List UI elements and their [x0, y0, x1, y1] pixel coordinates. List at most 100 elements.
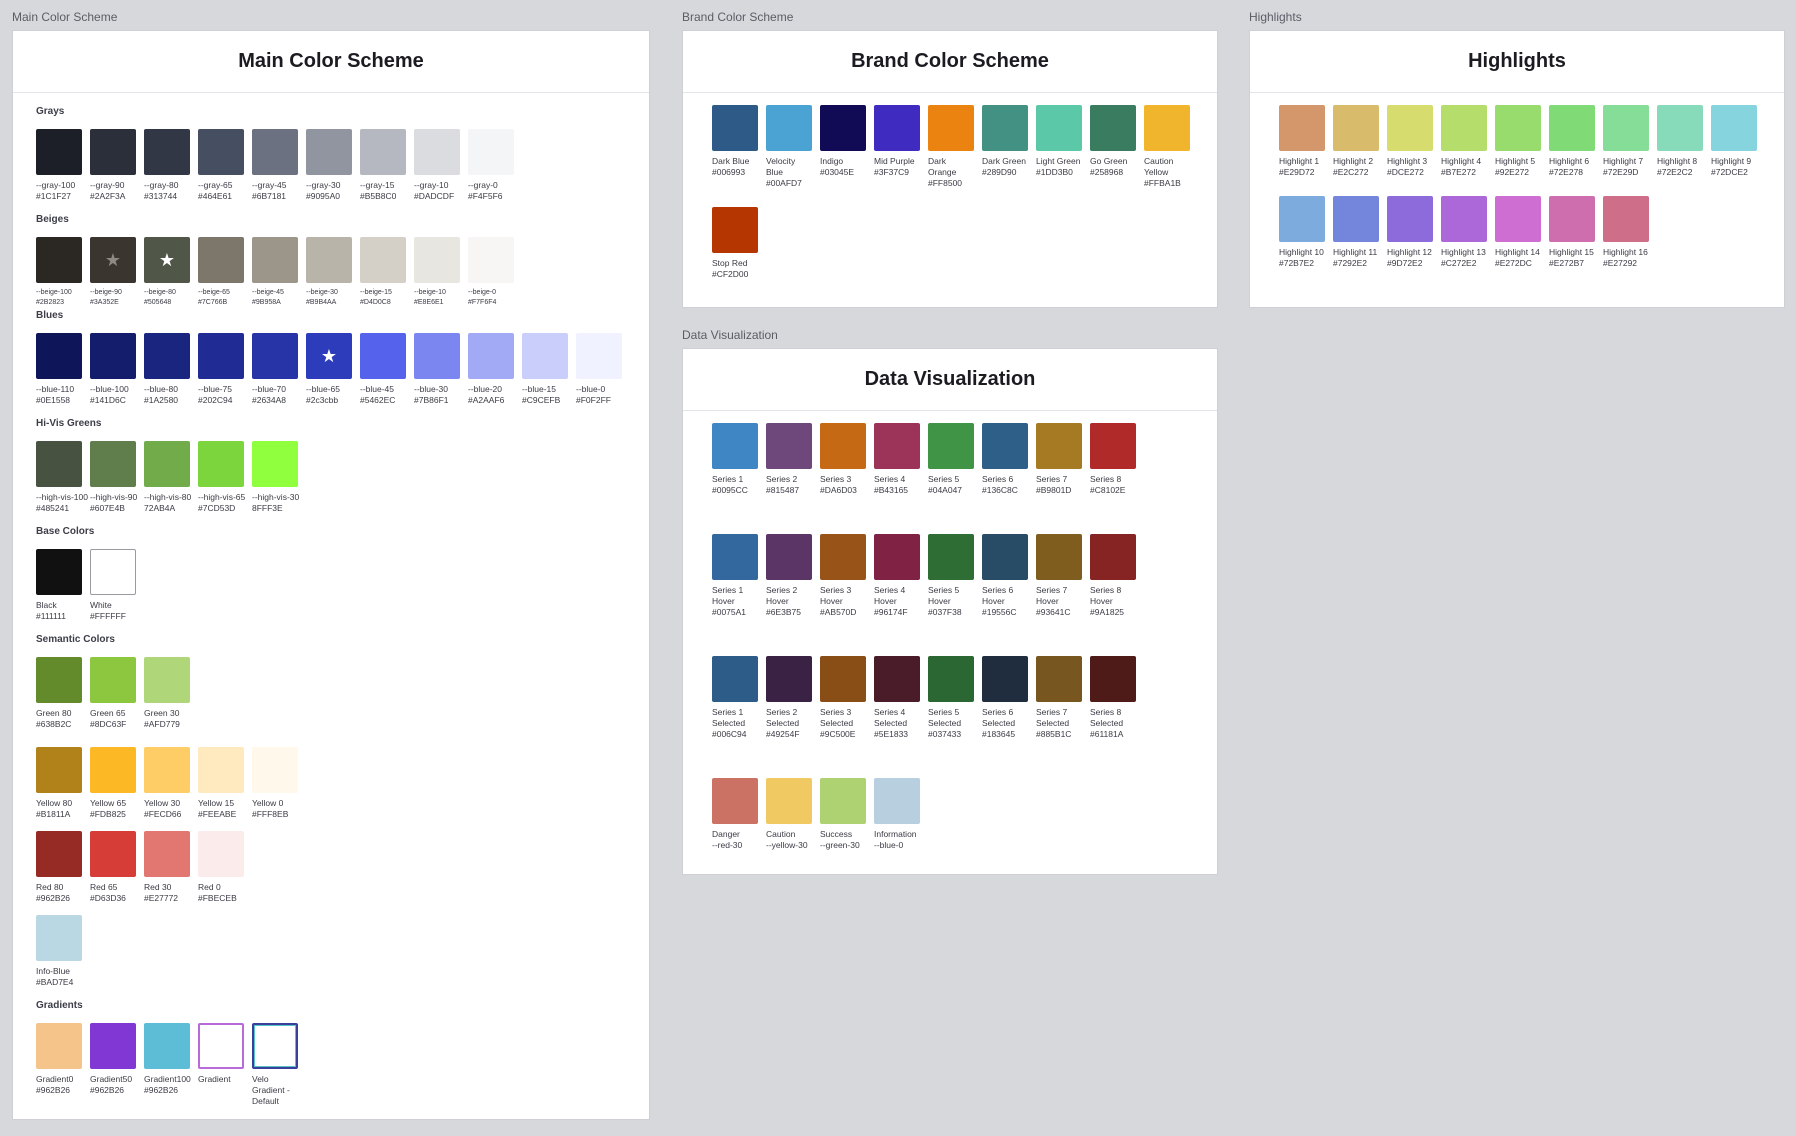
color-swatch[interactable]: Highlight 8 #72E2C2 [1657, 105, 1711, 178]
color-swatch[interactable]: Light Green #1DD3B0 [1036, 105, 1090, 189]
color-swatch[interactable]: Red 80 #962B26 [36, 831, 90, 904]
color-swatch[interactable]: Highlight 13 #C272E2 [1441, 196, 1495, 269]
color-swatch[interactable]: Information --blue-0 [874, 778, 928, 851]
color-swatch[interactable]: --blue-110 #0E1558 [36, 333, 90, 406]
color-swatch[interactable]: Series 7 #B9801D [1036, 423, 1090, 496]
color-swatch[interactable]: Red 30 #E27772 [144, 831, 198, 904]
color-swatch[interactable]: Series 6 Hover #19556C [982, 534, 1036, 618]
color-swatch[interactable]: Series 5 Selected #037433 [928, 656, 982, 740]
color-swatch[interactable]: Series 1 #0095CC [712, 423, 766, 496]
frame-label-highlights[interactable]: Highlights [1249, 10, 1302, 24]
color-swatch[interactable]: Yellow 65 #FDB825 [90, 747, 144, 820]
color-swatch[interactable]: Gradient [198, 1023, 252, 1107]
color-swatch[interactable]: Series 8 Hover #9A1825 [1090, 534, 1144, 618]
color-swatch[interactable]: Yellow 80 #B1811A [36, 747, 90, 820]
color-swatch[interactable]: Series 3 Hover #AB570D [820, 534, 874, 618]
color-swatch[interactable]: --blue-45 #5462EC [360, 333, 414, 406]
color-swatch[interactable]: Series 8 Selected #61181A [1090, 656, 1144, 740]
color-swatch[interactable]: --blue-70 #2634A8 [252, 333, 306, 406]
color-swatch[interactable]: Green 80 #638B2C [36, 657, 90, 730]
color-swatch[interactable]: Mid Purple #3F37C9 [874, 105, 928, 189]
color-swatch[interactable]: Highlight 14 #E272DC [1495, 196, 1549, 269]
color-swatch[interactable]: --high-vis-30 8FFF3E [252, 441, 306, 514]
color-swatch[interactable]: Yellow 30 #FECD66 [144, 747, 198, 820]
color-swatch[interactable]: --beige-10 #E8E6E1 [414, 237, 468, 308]
color-swatch[interactable]: --beige-15 #D4D0C8 [360, 237, 414, 308]
color-swatch[interactable]: --high-vis-65 #7CD53D [198, 441, 252, 514]
color-swatch[interactable]: White #FFFFFF [90, 549, 144, 622]
color-swatch[interactable]: Yellow 15 #FEEABE [198, 747, 252, 820]
color-swatch[interactable]: Series 3 Selected #9C500E [820, 656, 874, 740]
color-swatch[interactable]: Series 5 Hover #037F38 [928, 534, 982, 618]
color-swatch[interactable]: Highlight 4 #B7E272 [1441, 105, 1495, 178]
color-swatch[interactable]: Series 3 #DA6D03 [820, 423, 874, 496]
color-swatch[interactable]: Series 2 Selected #49254F [766, 656, 820, 740]
color-swatch[interactable]: --gray-65 #464E61 [198, 129, 252, 202]
color-swatch[interactable]: Highlight 16 #E27292 [1603, 196, 1657, 269]
color-swatch[interactable]: --beige-30 #B9B4AA [306, 237, 360, 308]
color-swatch[interactable]: Stop Red #CF2D00 [712, 207, 766, 280]
color-swatch[interactable]: --gray-30 #9095A0 [306, 129, 360, 202]
color-swatch[interactable]: --blue-20 #A2AAF6 [468, 333, 522, 406]
color-swatch[interactable]: Highlight 2 #E2C272 [1333, 105, 1387, 178]
color-swatch[interactable]: Gradient50 #962B26 [90, 1023, 144, 1107]
color-swatch[interactable]: --gray-0 #F4F5F6 [468, 129, 522, 202]
color-swatch[interactable]: Highlight 10 #72B7E2 [1279, 196, 1333, 269]
color-swatch[interactable]: Highlight 6 #72E278 [1549, 105, 1603, 178]
color-swatch[interactable]: --beige-65 #7C766B [198, 237, 252, 308]
color-swatch[interactable]: Series 1 Hover #0075A1 [712, 534, 766, 618]
frame-label-dataviz[interactable]: Data Visualization [682, 328, 778, 342]
color-swatch[interactable]: Series 2 #815487 [766, 423, 820, 496]
color-swatch[interactable]: --blue-0 #F0F2FF [576, 333, 630, 406]
color-swatch[interactable]: --beige-0 #F7F6F4 [468, 237, 522, 308]
color-swatch[interactable]: --gray-45 #6B7181 [252, 129, 306, 202]
color-swatch[interactable]: Danger --red-30 [712, 778, 766, 851]
color-swatch[interactable]: Red 0 #FBECEB [198, 831, 252, 904]
color-swatch[interactable]: Gradient100 #962B26 [144, 1023, 198, 1107]
color-swatch[interactable]: Highlight 5 #92E272 [1495, 105, 1549, 178]
color-swatch[interactable]: Highlight 1 #E29D72 [1279, 105, 1333, 178]
color-swatch[interactable]: --high-vis-100 #485241 [36, 441, 90, 514]
color-swatch[interactable]: Series 2 Hover #6E3B75 [766, 534, 820, 618]
color-swatch[interactable]: Highlight 15 #E272B7 [1549, 196, 1603, 269]
color-swatch[interactable]: Info-Blue #BAD7E4 [36, 915, 90, 988]
color-swatch[interactable]: --beige-100 #2B2823 [36, 237, 90, 308]
color-swatch[interactable]: --blue-80 #1A2580 [144, 333, 198, 406]
color-swatch[interactable]: Dark Blue #006993 [712, 105, 766, 189]
color-swatch[interactable]: Indigo #03045E [820, 105, 874, 189]
frame-label-main[interactable]: Main Color Scheme [12, 10, 117, 24]
color-swatch[interactable]: --gray-100 #1C1F27 [36, 129, 90, 202]
color-swatch[interactable]: Dark Green #289D90 [982, 105, 1036, 189]
color-swatch[interactable]: Caution --yellow-30 [766, 778, 820, 851]
color-swatch[interactable]: Highlight 11 #7292E2 [1333, 196, 1387, 269]
color-swatch[interactable]: Highlight 3 #DCE272 [1387, 105, 1441, 178]
color-swatch[interactable]: --blue-100 #141D6C [90, 333, 144, 406]
color-swatch[interactable]: Series 5 #04A047 [928, 423, 982, 496]
color-swatch[interactable]: Caution Yellow #FFBA1B [1144, 105, 1198, 189]
color-swatch[interactable]: Highlight 9 #72DCE2 [1711, 105, 1765, 178]
color-swatch[interactable]: Success --green-30 [820, 778, 874, 851]
color-swatch[interactable]: Velocity Blue #00AFD7 [766, 105, 820, 189]
color-swatch[interactable]: --gray-10 #DADCDF [414, 129, 468, 202]
frame-label-brand[interactable]: Brand Color Scheme [682, 10, 793, 24]
color-swatch[interactable]: Series 6 #136C8C [982, 423, 1036, 496]
color-swatch[interactable]: Series 4 #B43165 [874, 423, 928, 496]
color-swatch[interactable]: Red 65 #D63D36 [90, 831, 144, 904]
color-swatch[interactable]: Velo Gradient - Default [252, 1023, 306, 1107]
color-swatch[interactable]: Yellow 0 #FFF8EB [252, 747, 306, 820]
color-swatch[interactable]: Series 1 Selected #006C94 [712, 656, 766, 740]
color-swatch[interactable]: Highlight 12 #9D72E2 [1387, 196, 1441, 269]
color-swatch[interactable]: Dark Orange #FF8500 [928, 105, 982, 189]
color-swatch[interactable]: --gray-90 #2A2F3A [90, 129, 144, 202]
color-swatch[interactable]: ★ --beige-90 #3A352E [90, 237, 144, 308]
color-swatch[interactable]: Black #111111 [36, 549, 90, 622]
color-swatch[interactable]: --high-vis-80 72AB4A [144, 441, 198, 514]
color-swatch[interactable]: Series 7 Selected #885B1C [1036, 656, 1090, 740]
color-swatch[interactable]: ★ --beige-80 #505648 [144, 237, 198, 308]
color-swatch[interactable]: ★ --blue-65 #2c3cbb [306, 333, 360, 406]
color-swatch[interactable]: Go Green #258968 [1090, 105, 1144, 189]
color-swatch[interactable]: Series 8 #C8102E [1090, 423, 1144, 496]
color-swatch[interactable]: Highlight 7 #72E29D [1603, 105, 1657, 178]
color-swatch[interactable]: --gray-15 #B5B8C0 [360, 129, 414, 202]
color-swatch[interactable]: --high-vis-90 #607E4B [90, 441, 144, 514]
